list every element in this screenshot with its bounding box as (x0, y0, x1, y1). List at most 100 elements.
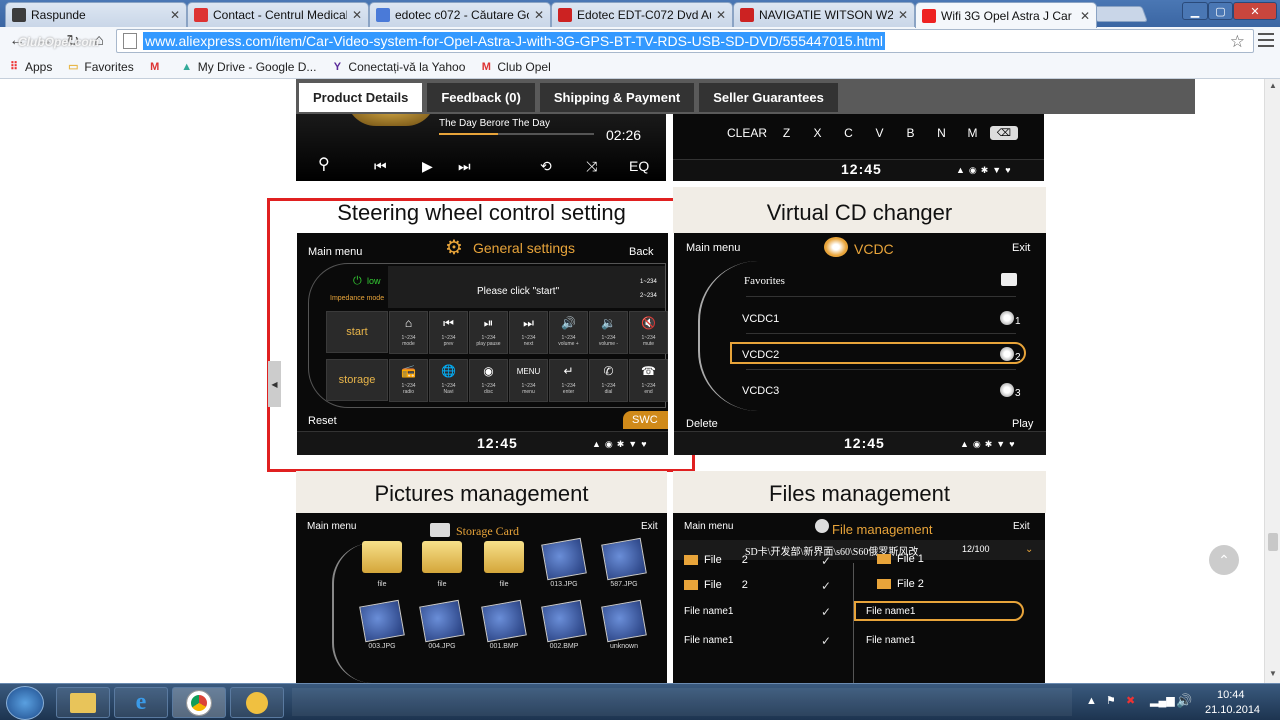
keyboard-key[interactable]: C (835, 122, 862, 144)
keyboard-key[interactable]: B (897, 122, 924, 144)
player-control-button[interactable]: ⤨ (586, 158, 597, 175)
bookmark-item[interactable]: Y Conectați-vă la Yahoo (330, 60, 466, 74)
folder-icon[interactable] (484, 541, 524, 573)
tray-network-icon[interactable]: ✖ (1126, 694, 1135, 707)
photo-thumbnail[interactable] (601, 537, 647, 581)
tray-volume-icon[interactable]: 🔊 (1176, 693, 1192, 709)
photo-thumbnail[interactable] (541, 599, 587, 643)
start-button[interactable] (6, 686, 44, 720)
star-icon[interactable]: ☆ (1230, 32, 1245, 52)
bookmark-item[interactable]: M (148, 60, 166, 74)
show-hidden-icons[interactable]: ▲ (1086, 695, 1097, 707)
url-text[interactable]: www.aliexpress.com/item/Car-Video-system… (143, 32, 886, 50)
main-menu-label[interactable]: Main menu (686, 242, 740, 254)
chevron-down-icon[interactable]: ⌄ (1025, 544, 1033, 555)
browser-tab[interactable]: Contact - Centrul Medical ✕ (187, 2, 369, 27)
play-label[interactable]: Play (1012, 418, 1033, 430)
keyboard-key[interactable]: X (804, 122, 831, 144)
browser-tab[interactable]: Edotec EDT-C072 Dvd Aut ✕ (551, 2, 733, 27)
minimize-button[interactable]: ▁ (1182, 2, 1208, 20)
check-icon[interactable]: ✓ (821, 554, 831, 568)
product-tab[interactable]: Feedback (0) (427, 83, 535, 112)
close-window-button[interactable]: ✕ (1233, 2, 1277, 20)
vcdc-item[interactable]: VCDC3 (742, 385, 779, 397)
check-icon[interactable]: ✓ (821, 605, 831, 619)
bookmark-item[interactable]: ▲ My Drive - Google D... (180, 60, 316, 74)
product-tab[interactable]: Seller Guarantees (699, 83, 838, 112)
file-row[interactable]: File 2 (877, 578, 924, 590)
photo-thumbnail[interactable] (541, 537, 587, 581)
picture-filename: unknown (609, 643, 639, 650)
folder-icon[interactable] (362, 541, 402, 573)
ie-taskbar-icon[interactable]: e (114, 687, 168, 718)
tray-flag-icon[interactable]: ⚑ (1106, 694, 1116, 707)
close-tab-icon[interactable]: ✕ (1080, 9, 1090, 23)
app-taskbar-icon[interactable] (230, 687, 284, 718)
close-tab-icon[interactable]: ✕ (170, 8, 180, 22)
player-control-button[interactable]: ⟲ (540, 158, 552, 175)
carousel-left-arrow[interactable]: ◀ (268, 361, 281, 407)
check-icon[interactable]: ✓ (821, 634, 831, 648)
keyboard-key[interactable]: Z (773, 122, 800, 144)
menu-icon[interactable] (1258, 31, 1274, 49)
tray-signal-icon[interactable]: ▂▄▆ (1150, 694, 1175, 707)
player-control-button[interactable]: ▶ (422, 158, 433, 175)
browser-tab[interactable]: NAVIGATIE WITSON W2-C ✕ (733, 2, 915, 27)
keyboard-key[interactable]: CLEAR (725, 122, 769, 144)
keyboard-key[interactable]: M (959, 122, 986, 144)
close-tab-icon[interactable]: ✕ (352, 8, 362, 22)
favorites-label[interactable]: Favorites (744, 275, 785, 287)
file-row[interactable]: File name1 (684, 634, 733, 646)
photo-thumbnail[interactable] (359, 599, 405, 643)
explorer-taskbar-icon[interactable] (56, 687, 110, 718)
product-tab[interactable]: Shipping & Payment (539, 83, 695, 112)
vcdc-item[interactable]: VCDC1 (742, 313, 779, 325)
close-tab-icon[interactable]: ✕ (716, 8, 726, 22)
exit-label[interactable]: Exit (1012, 242, 1030, 254)
bookmark-item[interactable]: ⠿ Apps (7, 60, 52, 74)
file-row[interactable]: File name1 (684, 605, 733, 617)
file-row[interactable]: File name1 (866, 634, 915, 646)
browser-tab[interactable]: Wifi 3G Opel Astra J Car D ✕ (915, 2, 1097, 28)
exit-label[interactable]: Exit (1013, 521, 1030, 532)
scroll-down-arrow[interactable]: ▼ (1269, 669, 1277, 678)
chrome-taskbar-icon[interactable] (172, 687, 226, 718)
clock-time[interactable]: 10:44 (1217, 689, 1245, 701)
scroll-thumb[interactable] (1268, 533, 1278, 551)
file-row[interactable]: File 2 (684, 554, 748, 566)
file-row[interactable]: File name1 (866, 605, 915, 617)
close-tab-icon[interactable]: ✕ (534, 8, 544, 22)
scroll-to-top-button[interactable]: ⌃ (1209, 545, 1239, 575)
search-icon[interactable]: ⚲ (318, 154, 330, 174)
delete-label[interactable]: Delete (686, 418, 718, 430)
main-menu-label[interactable]: Main menu (307, 521, 356, 532)
check-icon[interactable]: ✓ (821, 579, 831, 593)
close-tab-icon[interactable]: ✕ (898, 8, 908, 22)
file-row[interactable]: File 2 (684, 579, 748, 591)
address-bar[interactable]: www.aliexpress.com/item/Car-Video-system… (116, 29, 1254, 53)
browser-tab[interactable]: Raspunde ✕ (5, 2, 187, 27)
vcdc-item[interactable]: VCDC2 (742, 349, 779, 361)
vertical-scrollbar[interactable]: ▲ ▼ (1264, 79, 1280, 683)
main-menu-label[interactable]: Main menu (684, 521, 733, 532)
folder-icon[interactable] (422, 541, 462, 573)
bookmark-item[interactable]: M Club Opel (479, 60, 551, 74)
photo-thumbnail[interactable] (481, 599, 527, 643)
photo-thumbnail[interactable] (601, 599, 647, 643)
player-control-button[interactable]: ⏮ (374, 158, 387, 175)
maximize-button[interactable]: ▢ (1208, 2, 1233, 20)
player-control-button[interactable]: EQ (629, 158, 649, 174)
file-row[interactable]: File 1 (877, 553, 924, 565)
scroll-up-arrow[interactable]: ▲ (1269, 81, 1277, 90)
player-control-button[interactable]: ⏭ (458, 158, 471, 175)
product-tab[interactable]: Product Details (299, 83, 423, 112)
bookmark-item[interactable]: ▭ Favorites (66, 60, 134, 74)
browser-tab[interactable]: edotec c072 - Căutare Goo ✕ (369, 2, 551, 27)
new-tab-button[interactable] (1090, 6, 1148, 22)
clock-date[interactable]: 21.10.2014 (1205, 704, 1260, 716)
photo-thumbnail[interactable] (419, 599, 465, 643)
exit-label[interactable]: Exit (641, 521, 658, 532)
keyboard-key[interactable]: ⌫ (990, 126, 1018, 140)
keyboard-key[interactable]: N (928, 122, 955, 144)
keyboard-key[interactable]: V (866, 122, 893, 144)
